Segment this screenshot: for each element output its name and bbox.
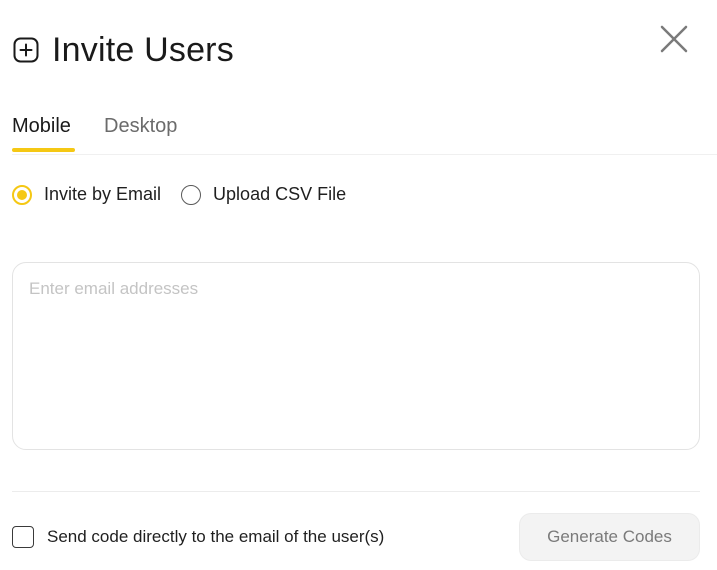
radio-label-upload-csv: Upload CSV File bbox=[213, 184, 347, 204]
send-direct-label: Send code directly to the email of the u… bbox=[47, 527, 385, 546]
invite-users-dialog: Invite Users Mobile Desktop Invite by Em… bbox=[0, 0, 717, 570]
radio-invite-by-email[interactable] bbox=[12, 184, 32, 205]
footer-divider bbox=[12, 491, 700, 492]
invite-method-group: Invite by Email Upload CSV File bbox=[12, 184, 366, 205]
close-icon bbox=[660, 25, 688, 58]
tab-bar: Mobile Desktop bbox=[12, 110, 717, 155]
send-direct-checkbox[interactable] bbox=[12, 526, 34, 548]
radio-label-invite-by-email: Invite by Email bbox=[44, 184, 162, 204]
radio-option-invite-by-email[interactable]: Invite by Email bbox=[12, 184, 161, 205]
dialog-title: Invite Users bbox=[52, 31, 234, 69]
close-button[interactable] bbox=[659, 25, 689, 58]
active-tab-indicator bbox=[12, 148, 75, 152]
radio-upload-csv[interactable] bbox=[181, 184, 202, 205]
tab-desktop[interactable]: Desktop bbox=[104, 110, 177, 142]
dialog-header: Invite Users bbox=[12, 28, 234, 72]
plus-square-icon bbox=[12, 36, 40, 64]
generate-codes-button[interactable]: Generate Codes bbox=[519, 513, 700, 561]
email-addresses-input[interactable] bbox=[12, 262, 700, 450]
send-direct-option[interactable]: Send code directly to the email of the u… bbox=[12, 526, 384, 548]
tab-mobile[interactable]: Mobile bbox=[12, 110, 71, 142]
radio-option-upload-csv[interactable]: Upload CSV File bbox=[181, 184, 346, 205]
